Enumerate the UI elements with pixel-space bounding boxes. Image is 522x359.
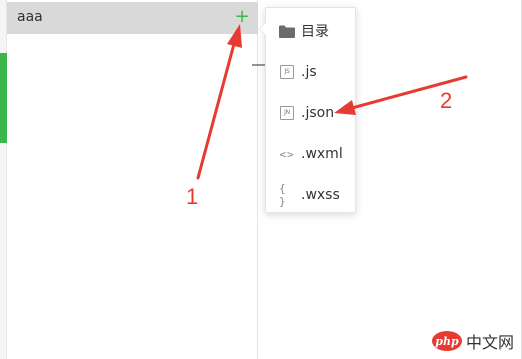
json-badge-text: JN (280, 106, 294, 120)
json-file-icon: JN (279, 106, 295, 120)
js-badge-text: JS (280, 65, 294, 79)
annotation-label-1: 1 (186, 184, 199, 209)
file-tree-panel: aaa + (7, 0, 258, 359)
menu-item-directory[interactable]: 目录 (266, 16, 357, 46)
menu-item-label: 目录 (301, 24, 329, 40)
folder-icon (279, 24, 295, 38)
annotation-label-2: 2 (440, 88, 453, 113)
active-indicator (0, 53, 7, 143)
menu-item-wxml[interactable]: <> .wxml (266, 139, 357, 169)
menu-item-wxss[interactable]: { } .wxss (266, 180, 357, 210)
new-file-menu: 目录 JS .js JN .json <> .wxml { } .wxss (259, 7, 357, 213)
add-file-button[interactable]: + (233, 5, 251, 29)
menu-item-js[interactable]: JS .js (266, 57, 357, 87)
menu-item-label: .js (301, 64, 317, 80)
php-logo: php (432, 331, 462, 351)
wxml-file-icon: <> (279, 147, 295, 161)
folder-row[interactable]: aaa + (7, 2, 258, 34)
menu-item-label: .json (301, 105, 335, 121)
wxss-file-icon: { } (279, 182, 287, 208)
watermark: php 中文网 (432, 327, 514, 355)
menu-item-json[interactable]: JN .json (266, 98, 357, 128)
folder-name: aaa (17, 9, 43, 25)
watermark-text: 中文网 (466, 333, 515, 352)
js-file-icon: JS (279, 65, 295, 79)
menu-item-label: .wxml (301, 146, 343, 162)
menu-item-label: .wxss (301, 187, 340, 203)
